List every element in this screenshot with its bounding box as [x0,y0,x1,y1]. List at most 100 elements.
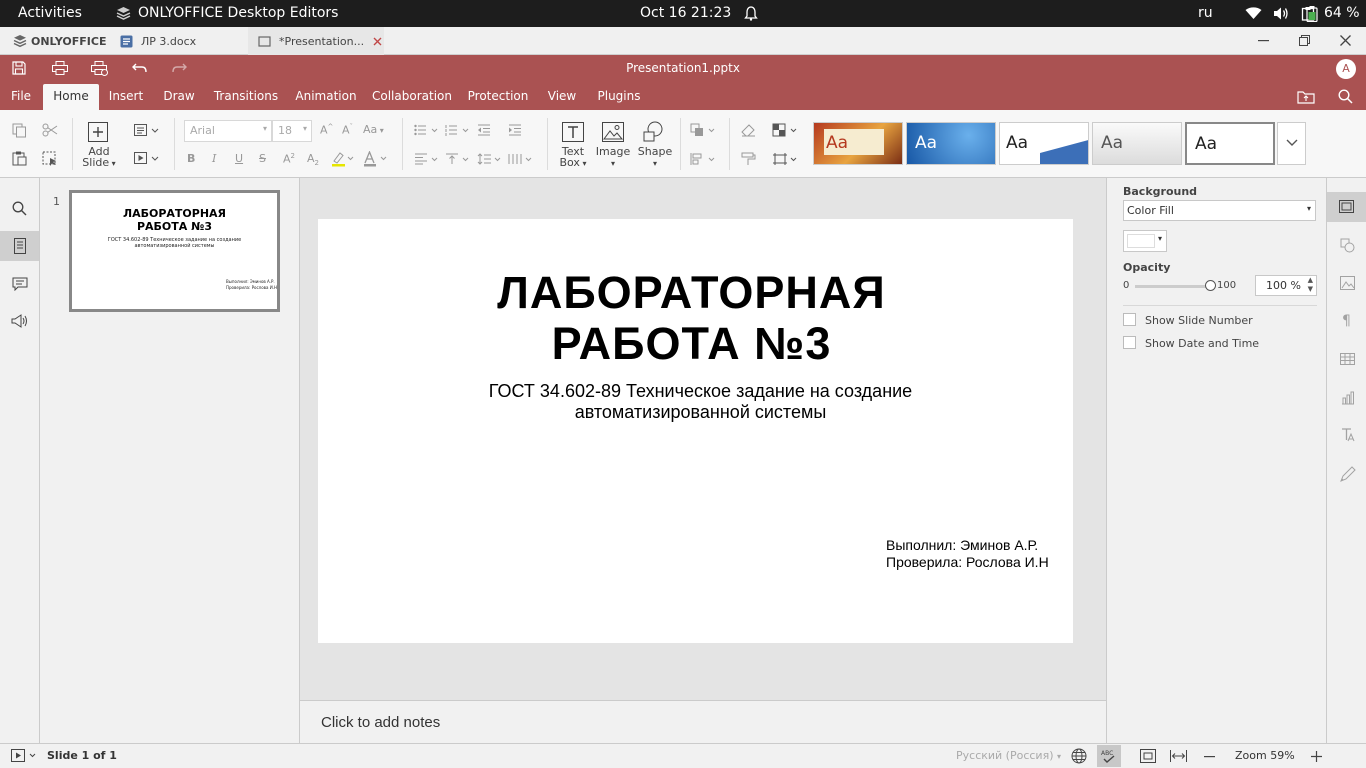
image-icon[interactable] [602,122,624,142]
line-spacing-icon[interactable] [477,153,503,165]
themes-expand-button[interactable] [1277,122,1306,165]
add-slide-button[interactable]: Add Slide ▾ [82,146,116,169]
shape-icon[interactable] [643,121,665,142]
slide-canvas[interactable]: ЛАБОРАТОРНАЯ РАБОТА №3 ГОСТ 34.602-89 Те… [318,219,1073,643]
comments-icon[interactable] [12,277,28,291]
subscript-icon[interactable]: A2 [307,152,319,167]
arrange-icon[interactable] [690,123,718,137]
clear-style-icon[interactable] [741,123,756,137]
copy-style-icon[interactable] [741,152,756,166]
restore-window-icon[interactable] [1299,35,1310,46]
spinner-arrows-icon[interactable]: ▲ ▼ [1308,276,1313,294]
fill-type-select[interactable]: Color Fill ▾ [1123,200,1316,221]
tab-presentation[interactable]: *Presentation... [248,27,384,55]
select-all-icon[interactable] [42,151,58,166]
language-select[interactable]: Русский (Россия) ▾ [956,749,1061,762]
increase-indent-icon[interactable] [508,124,522,136]
text-box-button[interactable]: Text Box ▾ [555,146,591,169]
chart-settings-icon[interactable] [1341,391,1355,405]
decrease-indent-icon[interactable] [477,124,491,136]
slide-settings-tab[interactable] [1327,192,1366,222]
close-tab-icon[interactable] [373,37,382,46]
font-size-combo[interactable]: 18 ▾ [272,120,312,142]
shape-settings-icon[interactable] [1340,238,1355,253]
opacity-spinner[interactable]: 100 % ▲ ▼ [1255,275,1317,296]
align-shape-icon[interactable] [690,152,718,166]
columns-icon[interactable] [508,153,534,165]
battery-icon[interactable] [1306,6,1318,22]
theme-thumbnail-4[interactable]: Aa [1092,122,1182,165]
theme-thumbnail-5[interactable]: Aa [1185,122,1275,165]
shape-button[interactable]: Shape ▾ [636,146,674,169]
menu-collaboration[interactable]: Collaboration [370,84,454,110]
search-icon[interactable] [12,201,27,216]
underline-icon[interactable]: U [235,152,243,165]
menu-plugins[interactable]: Plugins [592,84,646,110]
search-header-icon[interactable] [1338,89,1353,104]
show-slide-number-checkbox[interactable] [1123,313,1136,326]
font-name-combo[interactable]: Arial ▾ [184,120,272,142]
increase-font-icon[interactable]: A^ [320,123,333,137]
bold-icon[interactable]: B [187,152,195,165]
document-language-icon[interactable] [1071,748,1087,764]
signature-settings-icon[interactable] [1340,466,1356,482]
slide-layout-icon[interactable] [134,124,160,136]
copy-icon[interactable] [12,123,27,138]
menu-draw[interactable]: Draw [158,84,200,110]
wifi-icon[interactable] [1245,7,1262,20]
slide-size-icon[interactable] [772,152,800,166]
italic-icon[interactable]: I [212,152,216,165]
slides-panel-button[interactable] [0,231,39,261]
onlyoffice-home-tab[interactable]: ONLYOFFICE [0,27,108,55]
slide-title[interactable]: ЛАБОРАТОРНАЯ РАБОТА №3 [318,267,1065,369]
start-slideshow-icon[interactable] [134,152,160,164]
image-settings-icon[interactable] [1340,276,1355,290]
volume-icon[interactable] [1273,6,1289,21]
paste-icon[interactable] [12,151,27,166]
font-color-icon[interactable] [363,151,389,167]
menu-view[interactable]: View [542,84,582,110]
menu-transitions[interactable]: Transitions [210,84,282,110]
show-slide-number-label[interactable]: Show Slide Number [1145,314,1253,327]
change-case-icon[interactable]: Aa ▾ [363,123,384,136]
strikethrough-icon[interactable]: S [259,152,266,165]
align-left-icon[interactable] [414,153,440,165]
slideshow-start-icon[interactable] [11,749,39,762]
fit-slide-icon[interactable] [1140,749,1156,763]
paragraph-settings-icon[interactable]: ¶ [1342,313,1351,329]
feedback-icon[interactable] [11,314,28,328]
cut-icon[interactable] [42,123,58,137]
close-window-icon[interactable] [1340,35,1351,46]
opacity-slider-thumb[interactable] [1205,280,1216,291]
theme-thumbnail-1[interactable]: Aa [813,122,903,165]
superscript-icon[interactable]: A2 [283,152,295,166]
zoom-out-icon[interactable] [1204,756,1215,758]
notification-bell-icon[interactable] [744,6,758,21]
fit-width-icon[interactable] [1170,750,1187,762]
highlight-color-icon[interactable] [331,151,355,167]
tab-docx[interactable]: ЛР 3.docx [110,27,246,55]
spell-check-button[interactable]: ABC [1097,745,1121,767]
bullets-icon[interactable] [414,124,440,136]
decrease-font-icon[interactable]: Aˇ [342,123,353,137]
image-button[interactable]: Image ▾ [595,146,631,169]
theme-thumbnail-3[interactable]: Aa [999,122,1089,165]
menu-protection[interactable]: Protection [464,84,532,110]
theme-thumbnail-2[interactable]: Aa [906,122,996,165]
activities-button[interactable]: Activities [18,5,82,21]
slide-thumbnail[interactable]: ЛАБОРАТОРНАЯ РАБОТА №3 ГОСТ 34.602-89 Те… [69,190,280,312]
menu-file[interactable]: File [0,84,42,110]
show-date-time-label[interactable]: Show Date and Time [1145,337,1259,350]
opacity-slider-track[interactable] [1135,285,1211,288]
show-date-time-checkbox[interactable] [1123,336,1136,349]
vertical-align-icon[interactable] [445,153,471,165]
app-menu-label[interactable]: ONLYOFFICE Desktop Editors [138,5,338,21]
color-scheme-icon[interactable] [772,123,800,137]
menu-animation[interactable]: Animation [292,84,360,110]
notes-area[interactable]: Click to add notes [300,700,1106,743]
open-file-location-icon[interactable] [1297,90,1315,104]
numbering-icon[interactable] [445,124,471,136]
fill-color-picker[interactable]: ▾ [1123,230,1167,252]
slide-subtitle[interactable]: ГОСТ 34.602-89 Техническое задание на со… [318,381,1083,423]
keyboard-layout-indicator[interactable]: ru [1198,5,1213,21]
